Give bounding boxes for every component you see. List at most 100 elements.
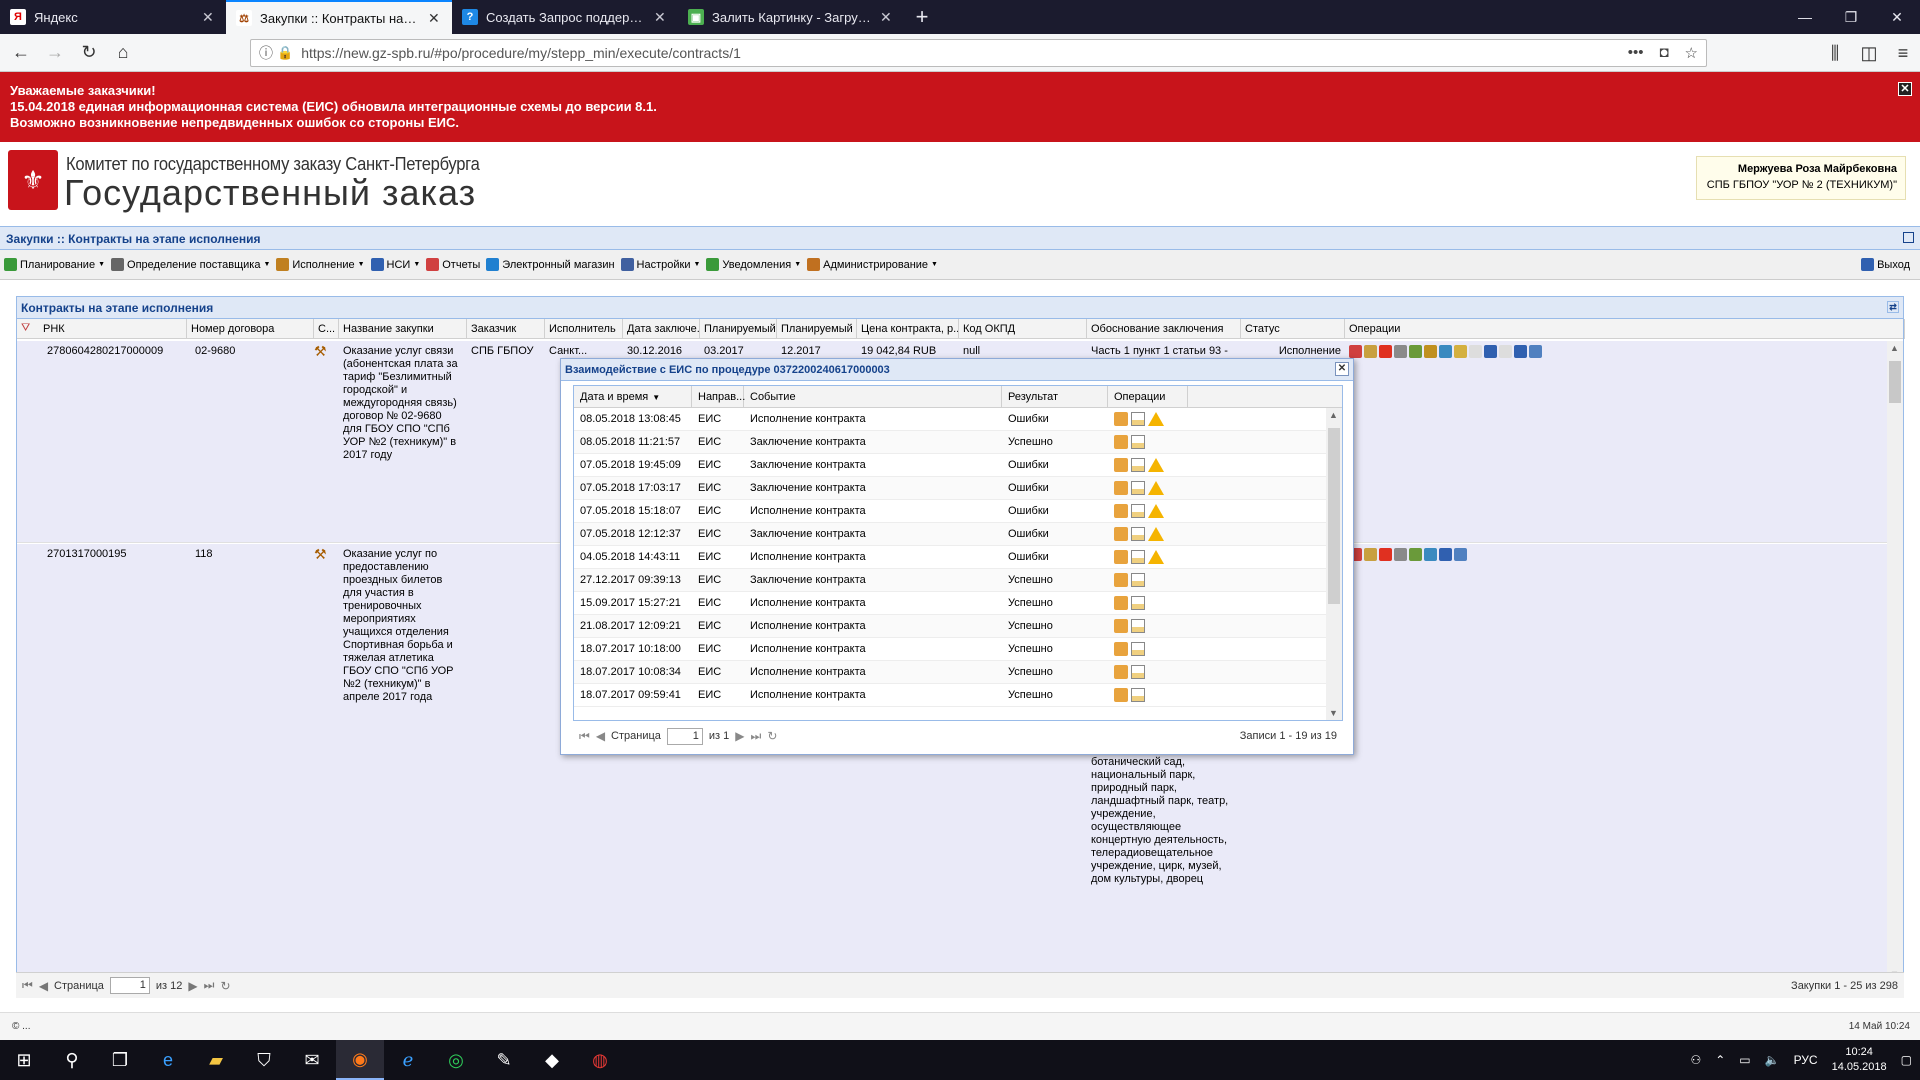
- search-icon[interactable]: ⚲: [48, 1040, 96, 1080]
- warning-icon[interactable]: [1148, 527, 1164, 541]
- file-explorer-icon[interactable]: ▰: [192, 1040, 240, 1080]
- document-icon[interactable]: [1131, 504, 1145, 518]
- prev-page-icon[interactable]: ◀: [39, 979, 48, 993]
- document-icon[interactable]: [1131, 412, 1145, 426]
- first-page-icon[interactable]: ⏮: [22, 978, 33, 993]
- url-text[interactable]: https://new.gz-spb.ru/#po/procedure/my/s…: [301, 45, 741, 61]
- first-page-icon[interactable]: ⏮: [579, 729, 590, 744]
- info-icon[interactable]: ⓘ: [259, 43, 273, 63]
- browser-tab[interactable]: Я Яндекс ✕: [0, 0, 226, 34]
- mail-icon[interactable]: ✉: [288, 1040, 336, 1080]
- dialog-column-header[interactable]: Событие: [744, 386, 1002, 408]
- document-icon[interactable]: [1131, 435, 1145, 449]
- refresh-panel-icon[interactable]: ⇄: [1887, 301, 1899, 313]
- menu-item[interactable]: Определение поставщика ▼: [111, 258, 270, 271]
- warning-icon[interactable]: [1148, 458, 1164, 472]
- sidebar-icon[interactable]: ◫: [1852, 36, 1886, 70]
- forward-icon[interactable]: →: [38, 36, 72, 70]
- chat-app-icon[interactable]: ◎: [432, 1040, 480, 1080]
- operation-icon[interactable]: [1529, 345, 1542, 358]
- browser-tab[interactable]: ▣ Залить Картинку - Загрузить ✕: [678, 0, 904, 34]
- package-icon[interactable]: [1114, 550, 1128, 564]
- document-icon[interactable]: [1131, 481, 1145, 495]
- alert-close-icon[interactable]: ✕: [1898, 82, 1912, 96]
- operation-icon[interactable]: [1514, 345, 1527, 358]
- refresh-grid-icon[interactable]: ↻: [220, 979, 230, 993]
- volume-icon[interactable]: 🔈: [1765, 1053, 1780, 1067]
- table-row[interactable]: 07.05.2018 15:18:07 ЕИС Исполнение контрак…: [574, 500, 1326, 523]
- column-header[interactable]: Название закупки: [339, 319, 467, 339]
- operation-icon[interactable]: [1364, 345, 1377, 358]
- next-page-icon[interactable]: ▶: [188, 979, 197, 993]
- menu-item[interactable]: НСИ ▼: [370, 258, 420, 271]
- exit-button[interactable]: Выход: [1861, 258, 1910, 271]
- language-indicator[interactable]: РУС: [1794, 1053, 1818, 1067]
- column-header[interactable]: Обоснование заключения: [1087, 319, 1241, 339]
- dialog-column-header[interactable]: Направ...: [692, 386, 745, 408]
- last-page-icon[interactable]: ⏭: [204, 978, 215, 993]
- scroll-thumb[interactable]: [1328, 428, 1340, 604]
- pocket-icon[interactable]: ◘: [1659, 44, 1668, 62]
- table-row[interactable]: 04.05.2018 14:43:11 ЕИС Исполнение контрак…: [574, 546, 1326, 569]
- column-header[interactable]: Заказчик: [467, 319, 545, 339]
- app-icon[interactable]: ◆: [528, 1040, 576, 1080]
- column-header[interactable]: Планируемый ...: [777, 319, 857, 339]
- browser-tab[interactable]: ⚖ Закупки :: Контракты на этапе ✕: [226, 0, 452, 34]
- menu-item[interactable]: Планирование ▼: [4, 258, 105, 271]
- document-icon[interactable]: [1131, 619, 1145, 633]
- warning-icon[interactable]: [1148, 550, 1164, 564]
- table-row[interactable]: 18.07.2017 10:08:34 ЕИС Исполнение контрак…: [574, 661, 1326, 684]
- document-icon[interactable]: [1131, 550, 1145, 564]
- package-icon[interactable]: [1114, 412, 1128, 426]
- warning-icon[interactable]: [1148, 412, 1164, 426]
- menu-item[interactable]: Администрирование ▼: [807, 258, 938, 271]
- operation-icon[interactable]: [1379, 548, 1392, 561]
- bookmark-star-icon[interactable]: ☆: [1685, 44, 1698, 62]
- operation-icon[interactable]: [1364, 548, 1377, 561]
- operation-icon[interactable]: [1439, 345, 1452, 358]
- table-row[interactable]: 07.05.2018 19:45:09 ЕИС Заключение контрак…: [574, 454, 1326, 477]
- table-row[interactable]: 27.12.2017 09:39:13 ЕИС Заключение контрак…: [574, 569, 1326, 592]
- package-icon[interactable]: [1114, 458, 1128, 472]
- scroll-thumb[interactable]: [1889, 361, 1901, 403]
- operation-icon[interactable]: [1394, 548, 1407, 561]
- people-icon[interactable]: ⚇: [1690, 1053, 1701, 1067]
- paint-app-icon[interactable]: ✎: [480, 1040, 528, 1080]
- document-icon[interactable]: [1131, 527, 1145, 541]
- clock[interactable]: 10:24 14.05.2018: [1832, 1045, 1887, 1075]
- column-header[interactable]: Код ОКПД: [959, 319, 1087, 339]
- operation-icon[interactable]: [1499, 345, 1512, 358]
- prev-page-icon[interactable]: ◀: [596, 729, 605, 743]
- package-icon[interactable]: [1114, 573, 1128, 587]
- network-icon[interactable]: ▭: [1739, 1053, 1750, 1067]
- scroll-up-icon[interactable]: ▲: [1329, 410, 1338, 420]
- menu-item[interactable]: Уведомления ▼: [706, 258, 801, 271]
- column-header[interactable]: Цена контракта, р...: [857, 319, 959, 339]
- grid-scrollbar[interactable]: ▲ ▼: [1887, 341, 1903, 981]
- operation-icon[interactable]: [1409, 548, 1422, 561]
- page-input[interactable]: 1: [109, 977, 150, 994]
- table-row[interactable]: 18.07.2017 09:59:41 ЕИС Исполнение контрак…: [574, 684, 1326, 707]
- tab-close-icon[interactable]: ✕: [880, 9, 894, 26]
- dialog-column-header[interactable]: Дата и время ▼: [574, 386, 692, 408]
- column-header[interactable]: Исполнитель: [545, 319, 623, 339]
- operation-icon[interactable]: [1469, 345, 1482, 358]
- windows-start-icon[interactable]: ⊞: [0, 1040, 48, 1080]
- package-icon[interactable]: [1114, 596, 1128, 610]
- document-icon[interactable]: [1131, 642, 1145, 656]
- refresh-grid-icon[interactable]: ↻: [767, 729, 777, 743]
- table-row[interactable]: 07.05.2018 17:03:17 ЕИС Заключение контрак…: [574, 477, 1326, 500]
- browser-tab[interactable]: ? Создать Запрос поддержки - ✕: [452, 0, 678, 34]
- menu-item[interactable]: Отчеты: [426, 258, 480, 271]
- tray-expand-icon[interactable]: ⌃: [1715, 1053, 1725, 1067]
- document-icon[interactable]: [1131, 458, 1145, 472]
- package-icon[interactable]: [1114, 527, 1128, 541]
- menu-item[interactable]: Исполнение ▼: [276, 258, 365, 271]
- operation-icon[interactable]: [1349, 345, 1362, 358]
- url-bar[interactable]: ⓘ 🔒 https://new.gz-spb.ru/#po/procedure/…: [250, 39, 1707, 67]
- operation-icon[interactable]: [1394, 345, 1407, 358]
- table-row[interactable]: 21.08.2017 12:09:21 ЕИС Исполнение контрак…: [574, 615, 1326, 638]
- page-actions-icon[interactable]: •••: [1628, 44, 1644, 62]
- new-tab-icon[interactable]: +: [904, 0, 940, 34]
- column-header[interactable]: Операции: [1345, 319, 1905, 339]
